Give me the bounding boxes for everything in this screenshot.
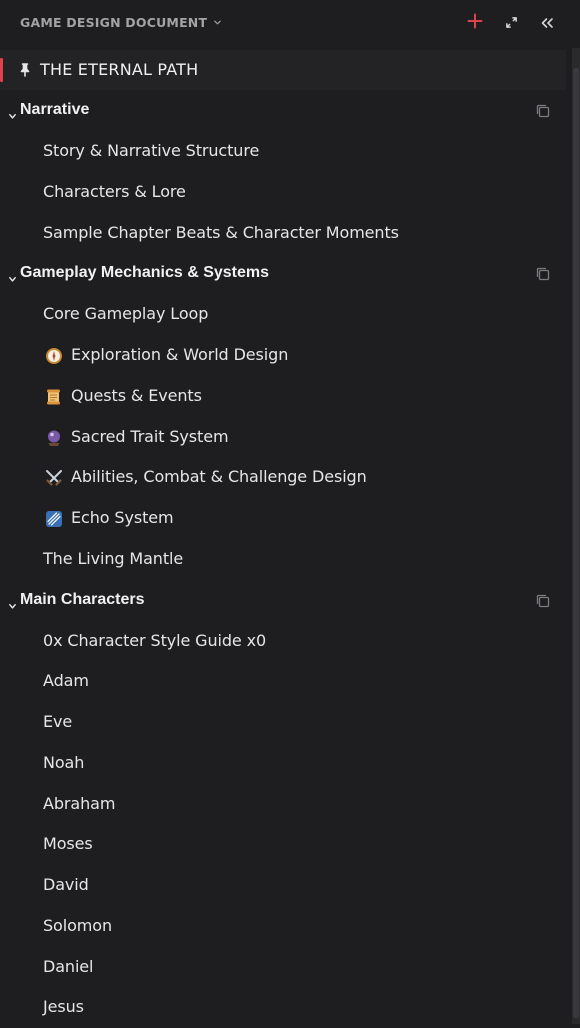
page-label: 0x Character Style Guide x0 [43,630,267,650]
page-item[interactable]: Eve [0,702,566,743]
expand-button[interactable] [500,12,522,34]
page-item[interactable]: David [0,865,566,906]
double-chevron-left-icon [540,14,554,33]
page-label: Daniel [43,956,94,976]
pin-icon [19,62,31,81]
page-label: Eve [43,712,73,731]
section-header-main-characters[interactable]: Main Characters [0,580,566,621]
page-item[interactable]: Adam [0,661,566,702]
page-item[interactable]: 0x Character Style Guide x0 [0,621,566,662]
compass-icon [45,347,63,365]
add-page-button[interactable] [464,12,486,34]
chevron-down-icon [213,15,222,30]
page-item[interactable]: Story & Narrative Structure [0,131,566,172]
crossed-swords-icon [45,469,63,487]
section-title: Narrative [20,101,90,118]
page-label: David [43,875,89,894]
crystal-ball-icon [45,429,63,447]
page-label: The Living Mantle [43,548,184,568]
scroll-icon [45,388,63,406]
page-item[interactable]: Sacred Trait System [0,417,566,458]
scrollbar-thumb[interactable] [573,68,579,1018]
copy-icon[interactable] [536,593,550,612]
section-header-narrative[interactable]: Narrative [0,90,566,131]
page-tree: Narrative Story & Narrative Structure Ch… [0,90,566,1028]
page-label: Exploration & World Design [71,345,289,364]
chevron-down-icon [8,596,17,615]
page-item[interactable]: Jesus [0,987,566,1028]
page-label: Solomon [43,915,112,935]
expand-icon [505,14,518,33]
pinned-page-title: THE ETERNAL PATH [40,60,199,79]
page-label: Adam [43,671,89,691]
page-item[interactable]: Exploration & World Design [0,335,566,376]
page-item[interactable]: Noah [0,743,566,784]
chevron-down-icon [8,269,17,288]
page-item[interactable]: Moses [0,824,566,865]
collapse-sidebar-button[interactable] [536,12,558,34]
page-item[interactable]: Quests & Events [0,376,566,417]
document-switcher[interactable]: GAME DESIGN DOCUMENT [20,15,222,30]
page-label: Core Gameplay Loop [43,304,209,324]
section-title: Gameplay Mechanics & Systems [20,264,270,282]
page-label: Jesus [43,997,84,1017]
page-item[interactable]: Abilities, Combat & Challenge Design [0,457,566,498]
page-item[interactable]: Abraham [0,784,566,825]
page-label: Noah [43,752,85,772]
page-label: Characters & Lore [43,181,186,201]
plus-icon [467,13,483,33]
copy-icon[interactable] [536,266,550,285]
page-item[interactable]: Solomon [0,906,566,947]
chevron-down-icon [8,106,17,125]
page-label: Sacred Trait System [71,426,229,446]
page-label: Sample Chapter Beats & Character Moments [43,222,399,242]
page-label: Echo System [71,508,174,527]
page-label: Moses [43,834,93,854]
page-label: Quests & Events [71,385,202,405]
page-item[interactable]: The Living Mantle [0,539,566,580]
comet-icon [45,510,63,528]
page-item[interactable]: Daniel [0,947,566,988]
copy-icon[interactable] [536,103,550,122]
section-header-gameplay[interactable]: Gameplay Mechanics & Systems [0,253,566,294]
active-indicator [0,58,3,82]
scrollbar[interactable] [572,48,580,1024]
sidebar-header: GAME DESIGN DOCUMENT [0,0,572,48]
document-title: GAME DESIGN DOCUMENT [20,15,208,30]
page-item[interactable]: Characters & Lore [0,172,566,213]
page-item[interactable]: Echo System [0,498,566,539]
page-label: Abilities, Combat & Challenge Design [71,467,367,487]
pinned-page[interactable]: THE ETERNAL PATH [0,50,566,90]
page-label: Abraham [43,793,116,813]
page-item[interactable]: Core Gameplay Loop [0,294,566,335]
page-label: Story & Narrative Structure [43,141,260,160]
page-item[interactable]: Sample Chapter Beats & Character Moments [0,213,566,254]
section-title: Main Characters [20,590,145,608]
